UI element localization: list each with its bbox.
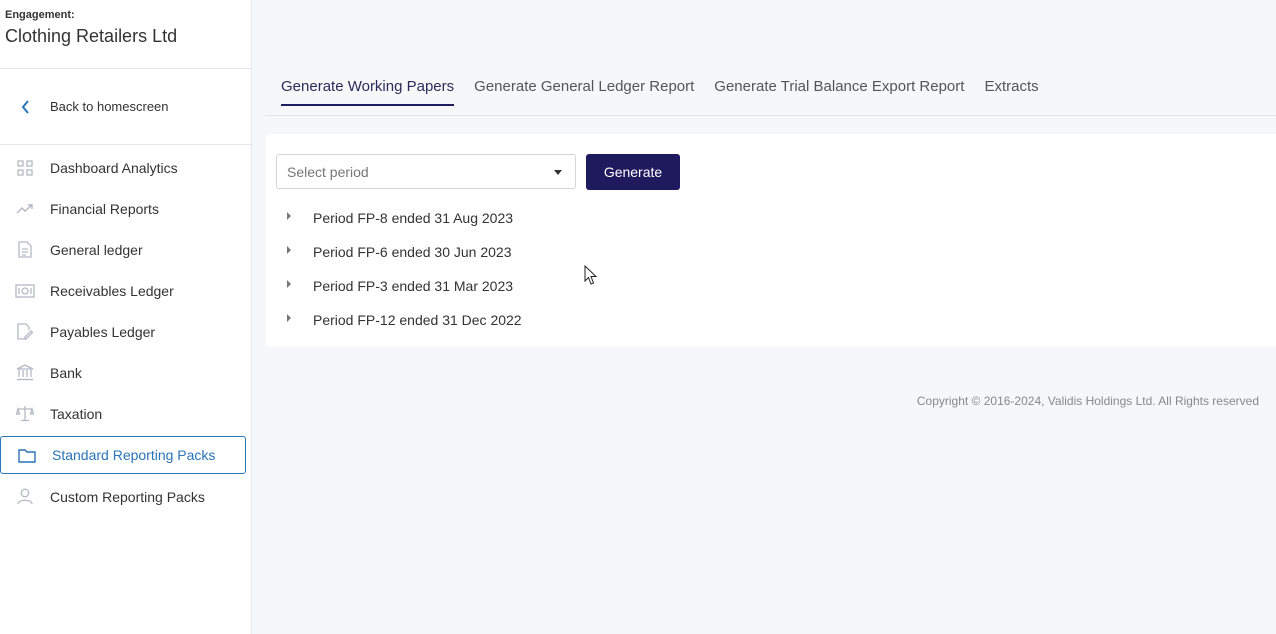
- period-row[interactable]: Period FP-3 ended 31 Mar 2023: [287, 276, 513, 296]
- sidebar-item-custom-reporting-packs[interactable]: Custom Reporting Packs: [0, 476, 252, 517]
- sidebar-item-label: Bank: [50, 364, 82, 381]
- report-tabs: Generate Working Papers Generate General…: [281, 78, 1059, 106]
- money-icon: [0, 283, 50, 298]
- period-label: Period FP-3 ended 31 Mar 2023: [313, 278, 514, 294]
- sidebar-item-bank[interactable]: Bank: [0, 352, 252, 393]
- main-content: Generate Working Papers Generate General…: [252, 0, 1276, 634]
- sidebar-item-label: Payables Ledger: [50, 323, 156, 340]
- period-select[interactable]: Select period: [276, 154, 576, 189]
- tab-extracts[interactable]: Extracts: [984, 78, 1038, 106]
- grid-icon: [0, 159, 50, 176]
- tab-generate-working-papers[interactable]: Generate Working Papers: [281, 78, 455, 106]
- period-label: Period FP-8 ended 31 Aug 2023: [313, 210, 514, 226]
- engagement-header: Engagement: Clothing Retailers Ltd: [0, 0, 251, 69]
- sidebar-item-label: General ledger: [50, 241, 143, 258]
- expand-triangle-icon[interactable]: [287, 280, 291, 288]
- period-row[interactable]: Period FP-8 ended 31 Aug 2023: [287, 208, 513, 228]
- sidebar: Engagement: Clothing Retailers Ltd Back …: [0, 0, 252, 634]
- expand-triangle-icon[interactable]: [287, 212, 291, 220]
- bank-icon: [0, 364, 50, 381]
- expand-triangle-icon[interactable]: [287, 246, 291, 254]
- chevron-left-icon: [0, 99, 50, 114]
- sidebar-item-label: Custom Reporting Packs: [50, 488, 205, 505]
- working-papers-card: Select period Generate Period FP-8 ended…: [266, 134, 1276, 347]
- trend-icon: [0, 203, 50, 215]
- sidebar-item-label: Taxation: [50, 405, 103, 422]
- sidebar-item-label: Standard Reporting Packs: [52, 447, 216, 463]
- sidebar-item-label: Receivables Ledger: [50, 282, 174, 299]
- sidebar-item-standard-reporting-packs[interactable]: Standard Reporting Packs: [0, 436, 246, 474]
- sidebar-item-financial-reports[interactable]: Financial Reports: [0, 188, 252, 229]
- sidebar-nav: Dashboard Analytics Financial Reports Ge…: [0, 147, 252, 517]
- tab-generate-general-ledger-report[interactable]: Generate General Ledger Report: [474, 78, 694, 106]
- period-select-placeholder: Select period: [287, 163, 369, 180]
- period-label: Period FP-6 ended 30 Jun 2023: [313, 244, 512, 260]
- user-icon: [0, 488, 50, 505]
- expand-triangle-icon[interactable]: [287, 314, 291, 322]
- back-to-homescreen-label: Back to homescreen: [50, 99, 169, 114]
- period-label: Period FP-12 ended 31 Dec 2022: [313, 312, 522, 328]
- tab-generate-trial-balance-export-report[interactable]: Generate Trial Balance Export Report: [714, 78, 964, 106]
- sidebar-item-payables-ledger[interactable]: Payables Ledger: [0, 311, 252, 352]
- edit-document-icon: [0, 323, 50, 340]
- mouse-cursor-icon: [584, 265, 598, 285]
- sidebar-item-general-ledger[interactable]: General ledger: [0, 229, 252, 270]
- engagement-name: Clothing Retailers Ltd: [5, 26, 178, 46]
- period-row[interactable]: Period FP-6 ended 30 Jun 2023: [287, 242, 511, 262]
- tabs-divider: [265, 115, 1276, 116]
- engagement-label: Engagement:: [5, 9, 75, 21]
- sidebar-item-receivables-ledger[interactable]: Receivables Ledger: [0, 270, 252, 311]
- generate-button[interactable]: Generate: [586, 154, 680, 190]
- sidebar-item-dashboard-analytics[interactable]: Dashboard Analytics: [0, 147, 252, 188]
- sidebar-item-taxation[interactable]: Taxation: [0, 393, 252, 434]
- sidebar-item-label: Financial Reports: [50, 200, 159, 217]
- scales-icon: [0, 405, 50, 422]
- period-row[interactable]: Period FP-12 ended 31 Dec 2022: [287, 310, 522, 330]
- folder-icon: [1, 448, 52, 463]
- caret-down-icon: [554, 170, 562, 175]
- sidebar-item-label: Dashboard Analytics: [50, 159, 178, 176]
- back-to-homescreen-link[interactable]: Back to homescreen: [0, 69, 251, 145]
- copyright-text: Copyright © 2016-2024, Validis Holdings …: [916, 394, 1259, 408]
- document-icon: [0, 241, 50, 258]
